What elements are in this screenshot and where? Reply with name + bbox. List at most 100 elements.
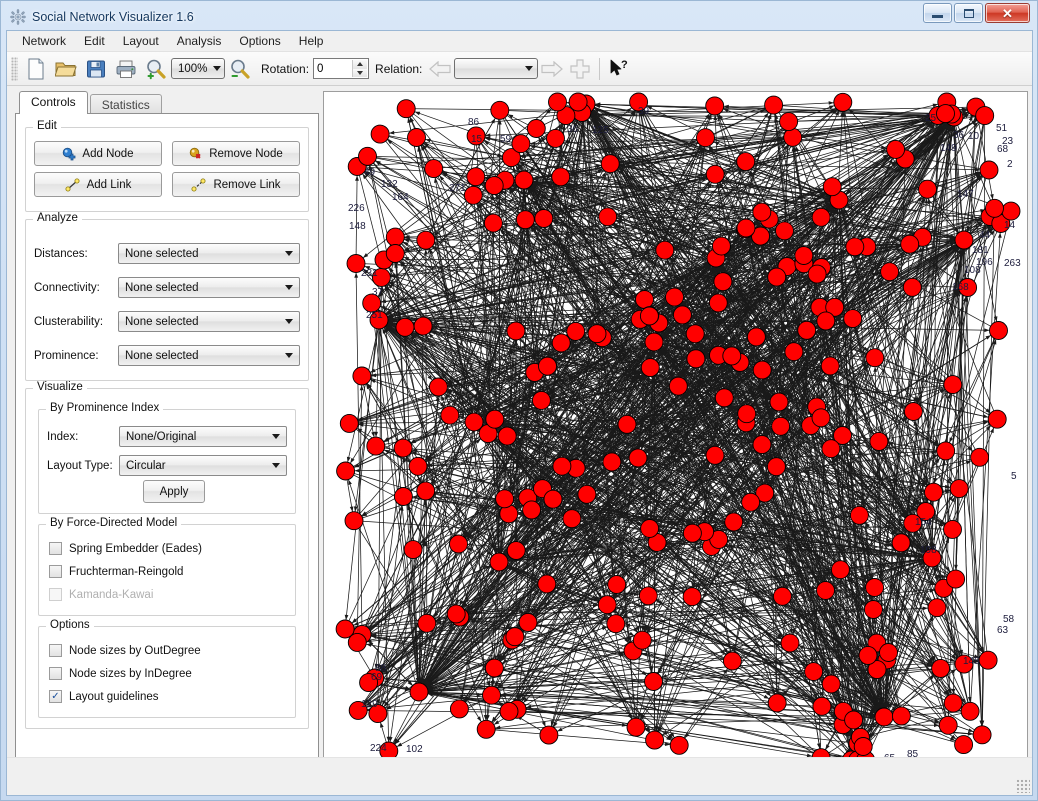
graph-node[interactable] (811, 207, 831, 227)
relation-combo[interactable] (454, 58, 539, 79)
graph-node[interactable] (393, 438, 413, 458)
graph-node[interactable] (607, 575, 627, 594)
graph-node[interactable] (752, 360, 772, 380)
graph-node[interactable] (668, 376, 688, 396)
graph-node[interactable] (722, 346, 742, 366)
tab-controls[interactable]: Controls (19, 91, 88, 114)
minimize-button[interactable] (923, 3, 952, 23)
graph-node[interactable] (511, 134, 531, 154)
graph-node[interactable] (880, 262, 900, 282)
graph-node[interactable] (696, 128, 715, 148)
tab-statistics[interactable]: Statistics (89, 94, 162, 115)
graph-node[interactable] (407, 128, 426, 147)
graph-node[interactable] (644, 672, 663, 691)
graph-node[interactable] (946, 569, 966, 589)
graph-node[interactable] (804, 662, 824, 682)
graph-node[interactable] (822, 177, 842, 197)
rotation-increase-button[interactable] (353, 60, 368, 69)
checkbox-fruchterman-reingold[interactable]: Fruchterman-Reingold (49, 565, 287, 578)
graph-node[interactable] (440, 405, 460, 425)
graph-node[interactable] (771, 416, 791, 436)
whats-this-button[interactable]: ? (605, 55, 635, 83)
graph-node[interactable] (879, 643, 898, 662)
graph-node[interactable] (446, 604, 466, 624)
graph-node[interactable] (746, 327, 766, 347)
graph-node[interactable] (949, 479, 969, 499)
graph-node[interactable] (685, 324, 705, 344)
graph-node[interactable] (484, 658, 504, 678)
graph-node[interactable] (638, 586, 658, 606)
graph-node[interactable] (902, 277, 922, 297)
graph-node[interactable] (490, 100, 510, 120)
graph-node[interactable] (424, 159, 444, 179)
graph-node[interactable] (927, 598, 947, 618)
graph-node[interactable] (505, 627, 525, 647)
graph-node[interactable] (708, 293, 728, 313)
graph-node[interactable] (370, 124, 390, 144)
graph-node[interactable] (366, 436, 386, 456)
graph-node[interactable] (869, 431, 889, 451)
graph-node[interactable] (794, 246, 814, 265)
graph-node[interactable] (891, 706, 911, 726)
graph-node[interactable] (954, 735, 974, 755)
graph-node[interactable] (960, 701, 980, 721)
graph-node[interactable] (548, 92, 567, 112)
remove-link-button[interactable]: Remove Link (172, 172, 300, 197)
graph-node[interactable] (543, 489, 563, 509)
graph-node[interactable] (713, 272, 733, 292)
graph-node[interactable] (562, 509, 582, 529)
graph-node[interactable] (936, 104, 955, 124)
connectivity-combo[interactable]: None selected (118, 277, 300, 298)
graph-node[interactable] (551, 333, 571, 353)
print-button[interactable] (111, 55, 141, 83)
graph-node[interactable] (816, 581, 835, 600)
graph-node[interactable] (640, 358, 660, 378)
graph-node[interactable] (812, 696, 832, 716)
graph-node[interactable] (865, 348, 885, 368)
distances-combo[interactable]: None selected (118, 243, 300, 264)
graph-node[interactable] (820, 356, 840, 376)
graph-node[interactable] (705, 164, 725, 184)
graph-node[interactable] (903, 402, 923, 421)
graph-node[interactable] (724, 512, 744, 532)
graph-node[interactable] (865, 578, 885, 597)
graph-node[interactable] (714, 388, 734, 408)
graph-node[interactable] (600, 154, 620, 174)
graph-node[interactable] (989, 321, 1008, 340)
graph-node[interactable] (449, 699, 469, 719)
graph-node[interactable] (682, 587, 702, 607)
menu-network[interactable]: Network (13, 31, 75, 51)
close-button[interactable]: ✕ (985, 3, 1030, 23)
graph-node[interactable] (466, 167, 486, 187)
graph-node[interactable] (413, 316, 433, 336)
graph-node[interactable] (844, 710, 864, 730)
graph-node[interactable] (347, 632, 367, 652)
graph-node[interactable] (752, 435, 772, 455)
zoom-in-button[interactable] (141, 55, 171, 83)
graph-node[interactable] (568, 92, 588, 112)
graph-node[interactable] (518, 612, 538, 632)
graph-node[interactable] (784, 342, 804, 362)
graph-node[interactable] (408, 456, 428, 476)
graph-node[interactable] (655, 240, 675, 260)
graph-node[interactable] (752, 202, 772, 222)
graph-node[interactable] (797, 320, 817, 340)
graph-node[interactable] (722, 651, 742, 671)
graph-node[interactable] (645, 730, 665, 750)
graph-node[interactable] (891, 533, 911, 553)
graph-node[interactable] (597, 595, 617, 615)
graph-node[interactable] (632, 630, 652, 650)
checkbox-node-sizes-outdegree[interactable]: Node sizes by OutDegree (49, 644, 287, 657)
graph-node[interactable] (531, 390, 551, 410)
graph-node[interactable] (943, 375, 963, 395)
graph-node[interactable] (506, 321, 526, 341)
graph-node[interactable] (978, 650, 998, 670)
checkbox-layout-guidelines[interactable]: ✓ Layout guidelines (49, 690, 287, 703)
graph-node[interactable] (987, 409, 1007, 429)
graph-node[interactable] (682, 523, 702, 543)
graph-canvas[interactable]: 2623936125865915255136102314968249132147… (323, 91, 1028, 773)
graph-node[interactable] (845, 237, 865, 257)
graph-node[interactable] (736, 152, 756, 172)
graph-node[interactable] (943, 693, 963, 713)
graph-node[interactable] (900, 234, 920, 254)
